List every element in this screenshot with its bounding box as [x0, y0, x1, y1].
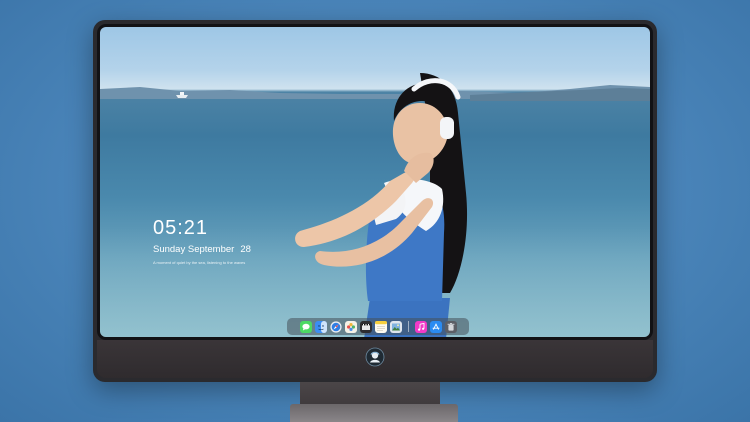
- monitor-bezel: 05:21 Sunday September 28 A moment of qui…: [97, 24, 653, 340]
- lockscreen-date: Sunday September 28: [153, 244, 251, 255]
- preview-icon[interactable]: [389, 320, 402, 333]
- trash-icon[interactable]: [444, 320, 457, 333]
- lockscreen-tagline: A moment of quiet by the sea, listening …: [153, 260, 246, 265]
- girl-with-headphones: [295, 73, 468, 337]
- app-store-icon[interactable]: [429, 320, 442, 333]
- desktop-screen[interactable]: 05:21 Sunday September 28 A moment of qui…: [100, 27, 650, 337]
- music-icon[interactable]: [414, 320, 427, 333]
- film-icon[interactable]: [359, 320, 372, 333]
- photos-icon[interactable]: [344, 320, 357, 333]
- notes-icon[interactable]: [374, 320, 387, 333]
- monitor-chin: [97, 340, 653, 378]
- finder-icon[interactable]: [314, 320, 327, 333]
- monitor: 05:21 Sunday September 28 A moment of qui…: [93, 20, 657, 382]
- monitor-stand-base: [290, 404, 458, 422]
- lockscreen-clock: 05:21: [153, 217, 209, 239]
- boat: [176, 92, 188, 98]
- safari-icon[interactable]: [329, 320, 342, 333]
- dock-separator: [407, 321, 409, 332]
- messages-icon[interactable]: [299, 320, 312, 333]
- date-day: 28: [240, 244, 251, 255]
- date-weekday-month: Sunday September: [153, 244, 235, 255]
- dock: [287, 318, 469, 335]
- brand-logo-icon: [365, 347, 385, 367]
